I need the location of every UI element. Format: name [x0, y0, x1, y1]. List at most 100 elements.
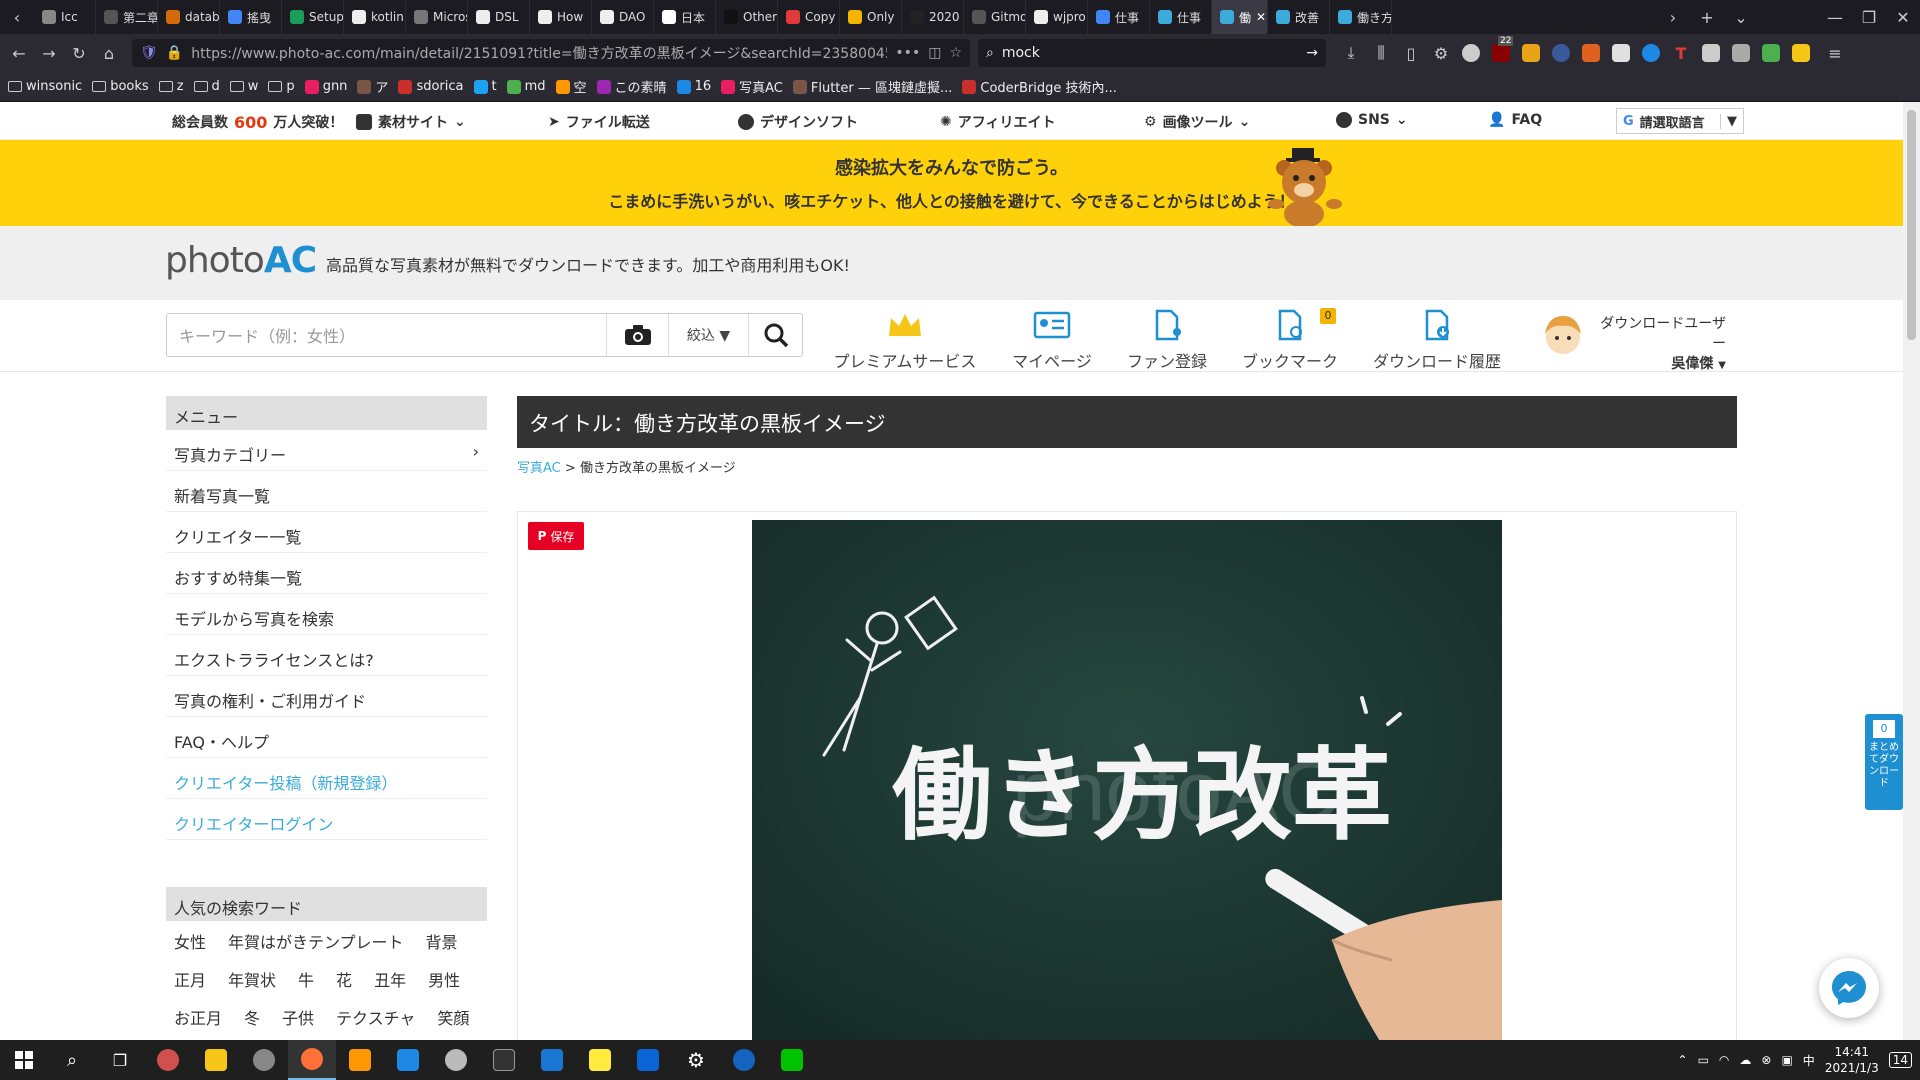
browser-tab[interactable]: Setup [282, 0, 344, 34]
browser-tab[interactable]: 仕事 [1150, 0, 1212, 34]
sidebar-item[interactable]: 写真の権利・ご利用ガイド [166, 676, 487, 717]
notification-center-icon[interactable]: 14 [1888, 1052, 1912, 1068]
avatar[interactable] [1538, 310, 1588, 360]
browser-tab[interactable]: Microsofi [406, 0, 468, 34]
extension-icon[interactable] [1522, 44, 1540, 62]
bookmark-item[interactable]: 空 [555, 77, 587, 96]
keyword-link[interactable]: 花 [336, 967, 352, 991]
bookmark-item[interactable]: sdorica [398, 79, 464, 94]
keyword-search-input[interactable]: キーワード（例：女性） [167, 314, 606, 356]
sidebar-icon[interactable]: ▯ [1396, 38, 1426, 68]
close-tab-icon[interactable]: ✕ [1256, 10, 1266, 24]
browser-tab[interactable]: 改善 [1268, 0, 1330, 34]
camera-search-icon[interactable] [606, 314, 668, 356]
pinterest-save-button[interactable]: P 保存 [528, 522, 584, 550]
browser-tab[interactable]: Other [716, 0, 778, 34]
preview-image[interactable]: 働き方改革 photoAC [752, 520, 1502, 1040]
sublime-text-icon[interactable] [336, 1040, 384, 1080]
menu-hamburger-icon[interactable]: ≡ [1820, 38, 1850, 68]
settings-gear-icon[interactable]: ⚙ [1426, 38, 1456, 68]
browser-tab[interactable]: How [530, 0, 592, 34]
tray-app-icon[interactable]: ⊗ [1761, 1053, 1771, 1067]
sidebar-item[interactable]: FAQ・ヘルプ [166, 717, 487, 758]
bookmark-item[interactable]: 写真AC [721, 77, 783, 96]
ublock-icon[interactable]: 22 [1486, 36, 1516, 62]
browser-tab[interactable]: Gitmoji [964, 0, 1026, 34]
keyword-link[interactable]: 笑顔 [437, 1005, 469, 1029]
account-icon[interactable] [1462, 44, 1480, 62]
google-translate-select[interactable]: G 請選取語言 ▼ [1616, 108, 1744, 134]
search-go-icon[interactable]: → [1306, 45, 1318, 61]
bookmark-item[interactable]: gnn [304, 79, 347, 94]
browser-tab[interactable]: datab [158, 0, 220, 34]
downloads-icon[interactable]: ⤓ [1336, 38, 1366, 68]
extension-t-icon[interactable]: T [1672, 44, 1690, 63]
filter-dropdown[interactable]: 絞込 ▼ [668, 314, 748, 356]
browser-tab[interactable]: 搖曳 [220, 0, 282, 34]
mail-icon[interactable] [528, 1040, 576, 1080]
chevron-up-icon[interactable]: ⌃ [1678, 1053, 1688, 1067]
maps-icon[interactable] [720, 1040, 768, 1080]
library-icon[interactable]: ⫼ [1366, 38, 1396, 68]
url-text[interactable]: https://www.photo-ac.com/main/detail/215… [191, 43, 887, 63]
photoac-logo[interactable]: photoAC [165, 240, 317, 281]
extension-icon[interactable] [1582, 44, 1600, 62]
page-scrollbar[interactable] [1903, 102, 1920, 1040]
nav-file-transfer[interactable]: ➤ ファイル転送 [548, 112, 650, 132]
nav-sns[interactable]: SNS ⌄ [1336, 112, 1408, 128]
browser-tab[interactable]: 働き方 [1330, 0, 1392, 34]
sidebar-item[interactable]: クリエイターログイン [166, 799, 487, 840]
windows-start-icon[interactable] [0, 1040, 48, 1080]
keyword-link[interactable]: 冬 [244, 1005, 260, 1029]
breadcrumb-home-link[interactable]: 写真AC [517, 461, 561, 476]
bookmark-item[interactable]: md [506, 79, 546, 94]
taskbar-app-icon[interactable] [432, 1040, 480, 1080]
browser-tab[interactable]: 2020 [902, 0, 964, 34]
onedrive-icon[interactable]: ☁ [1739, 1053, 1751, 1067]
nav-material-sites[interactable]: 素材サイト ⌄ [356, 112, 466, 132]
sticky-notes-icon[interactable] [576, 1040, 624, 1080]
pocket-icon[interactable]: ◫ [928, 45, 941, 61]
reload-icon[interactable]: ↻ [64, 38, 94, 68]
keyword-link[interactable]: 牛 [298, 967, 314, 991]
search-query[interactable]: mock [1002, 45, 1298, 61]
forward-icon[interactable]: → [34, 38, 64, 68]
bookmark-item[interactable]: 16 [676, 79, 711, 94]
extension-icon[interactable] [1762, 44, 1780, 62]
file-explorer-icon[interactable] [192, 1040, 240, 1080]
keyword-link[interactable]: 正月 [174, 967, 206, 991]
sidebar-item[interactable]: 写真カテゴリー › [166, 430, 487, 471]
keyword-link[interactable]: お正月 [174, 1005, 222, 1029]
fan-register-link[interactable]: ファン登録 [1124, 308, 1210, 372]
browser-tab[interactable]: wjpro [1026, 0, 1088, 34]
terminal-icon[interactable] [480, 1040, 528, 1080]
search-icon[interactable]: ⌕ [48, 1040, 96, 1080]
close-window-icon[interactable]: ✕ [1886, 0, 1920, 34]
extension-icon[interactable] [1552, 44, 1570, 62]
bookmark-folder[interactable]: w [229, 79, 258, 94]
bookmark-folder[interactable]: z [158, 79, 184, 94]
restore-icon[interactable]: ❐ [1852, 0, 1886, 34]
clock[interactable]: 14:41 2021/1/3 [1825, 1044, 1879, 1076]
taskbar-app-icon[interactable] [240, 1040, 288, 1080]
extension-icon[interactable] [1612, 44, 1630, 62]
keyword-link[interactable]: 丑年 [374, 967, 406, 991]
nav-faq[interactable]: 👤 FAQ [1488, 112, 1542, 128]
download-history-link[interactable]: ダウンロード履歴 [1370, 308, 1504, 372]
new-tab-icon[interactable]: + [1690, 0, 1724, 34]
firefox-icon[interactable] [288, 1040, 336, 1080]
bookmark-folder[interactable]: p [268, 79, 295, 94]
taskbar-app-icon[interactable] [144, 1040, 192, 1080]
search-bar[interactable]: ⌕ mock → [978, 39, 1326, 67]
outlook-icon[interactable] [624, 1040, 672, 1080]
premium-service-link[interactable]: プレミアムサービス [832, 308, 978, 372]
browser-tab[interactable]: 仕事 [1088, 0, 1150, 34]
task-view-icon[interactable]: ❐ [96, 1040, 144, 1080]
nav-image-tools[interactable]: ⚙ 画像ツール ⌄ [1144, 112, 1250, 132]
bookmark-folder[interactable]: winsonic [8, 79, 82, 94]
browser-tab[interactable]: 働 ✕ [1212, 0, 1268, 34]
sidebar-item[interactable]: 新着写真一覧 [166, 471, 487, 512]
lock-icon[interactable]: 🔒 [166, 45, 183, 61]
bookmark-item[interactable]: CoderBridge 技術內... [962, 77, 1117, 96]
bookmark-item[interactable]: Flutter — 區塊鏈虛擬... [792, 77, 952, 96]
